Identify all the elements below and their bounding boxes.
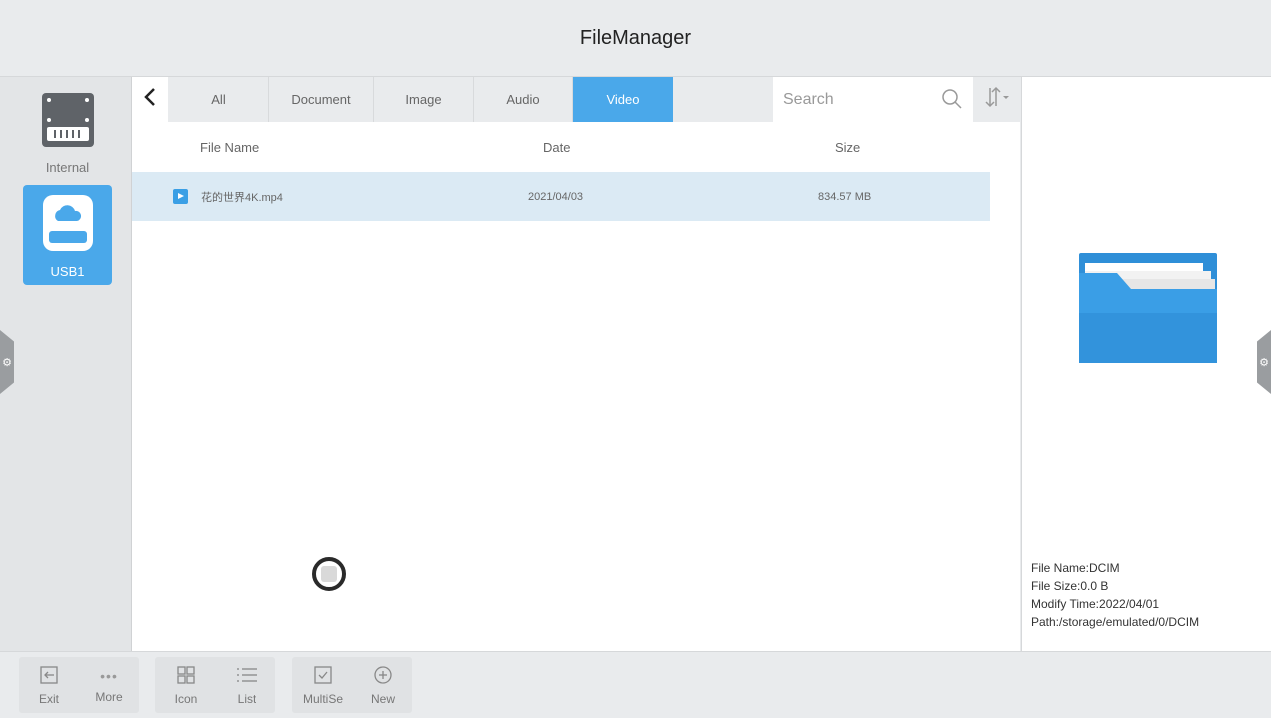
file-list-panel: All Document Image Audio Video File Name: [132, 77, 1020, 651]
device-usb1[interactable]: USB1: [23, 185, 112, 285]
device-sidebar: Internal USB1: [0, 77, 132, 651]
column-header-size[interactable]: Size: [835, 122, 860, 172]
bottom-toolbar: Exit ••• More Icon List MultiSe New: [0, 651, 1271, 718]
tab-image[interactable]: Image: [374, 77, 474, 122]
more-button[interactable]: ••• More: [87, 657, 131, 713]
table-row[interactable]: 花的世界4K.mp4 2021/04/03 834.57 MB: [132, 172, 990, 221]
sort-icon: [983, 84, 1011, 115]
exit-icon: [39, 665, 59, 688]
folder-icon: [1079, 253, 1219, 370]
file-date-cell: 2021/04/03: [528, 190, 584, 203]
list-view-label: List: [237, 691, 257, 706]
checkbox-icon: [313, 665, 333, 688]
info-modify-time: Modify Time:2022/04/01: [1031, 597, 1160, 611]
more-label: More: [95, 690, 123, 704]
info-path: Path:/storage/emulated/0/DCIM: [1031, 615, 1200, 629]
square-icon: [321, 566, 337, 582]
file-name-cell: 花的世界4K.mp4: [201, 191, 283, 204]
file-size-cell: 834.57 MB: [818, 190, 872, 203]
back-button[interactable]: [132, 77, 168, 122]
search-icon[interactable]: [941, 88, 963, 115]
search-box: [773, 77, 973, 122]
icon-view-button[interactable]: Icon: [164, 657, 208, 713]
sort-button[interactable]: [977, 77, 1017, 122]
search-input[interactable]: [781, 89, 935, 110]
icon-view-label: Icon: [174, 691, 198, 706]
info-file-size: File Size:0.0 B: [1031, 579, 1109, 593]
tab-audio[interactable]: Audio: [474, 77, 573, 122]
app-title: FileManager: [579, 26, 692, 49]
more-icon: •••: [100, 668, 118, 684]
column-header-date[interactable]: Date: [543, 122, 570, 172]
grid-icon: [176, 665, 196, 688]
new-label: New: [370, 691, 395, 706]
exit-button[interactable]: Exit: [27, 657, 71, 713]
column-header-name[interactable]: File Name: [200, 122, 259, 172]
title-bar: FileManager: [0, 0, 1271, 77]
exit-label: Exit: [38, 691, 59, 706]
multiselect-button[interactable]: MultiSe: [301, 657, 345, 713]
chevron-left-icon: [144, 87, 156, 112]
tab-all[interactable]: All: [169, 77, 269, 122]
plus-circle-icon: [373, 665, 393, 688]
new-button[interactable]: New: [361, 657, 405, 713]
tab-video[interactable]: Video: [573, 77, 673, 122]
category-toolbar: All Document Image Audio Video: [132, 77, 1020, 122]
info-file-name: File Name:DCIM: [1031, 561, 1120, 575]
hard-drive-icon: [40, 91, 96, 154]
button-group-edit: MultiSe New: [292, 657, 412, 713]
gear-icon: ⚙: [1259, 356, 1269, 369]
device-label: Internal: [45, 160, 90, 175]
gear-icon: ⚙: [2, 356, 12, 369]
device-internal[interactable]: Internal: [23, 83, 112, 183]
usb-drive-icon: [40, 193, 96, 258]
button-group-app: Exit ••• More: [19, 657, 139, 713]
file-info: File Name:DCIM File Size:0.0 B Modify Ti…: [1031, 559, 1199, 631]
tab-document[interactable]: Document: [269, 77, 374, 122]
button-group-view: Icon List: [155, 657, 275, 713]
floating-home-button[interactable]: [312, 557, 346, 591]
details-panel: File Name:DCIM File Size:0.0 B Modify Ti…: [1021, 77, 1271, 651]
device-label: USB1: [50, 264, 85, 279]
list-view-button[interactable]: List: [225, 657, 269, 713]
multiselect-label: MultiSe: [302, 691, 343, 706]
video-file-icon: [173, 189, 188, 204]
list-icon: [235, 665, 259, 688]
